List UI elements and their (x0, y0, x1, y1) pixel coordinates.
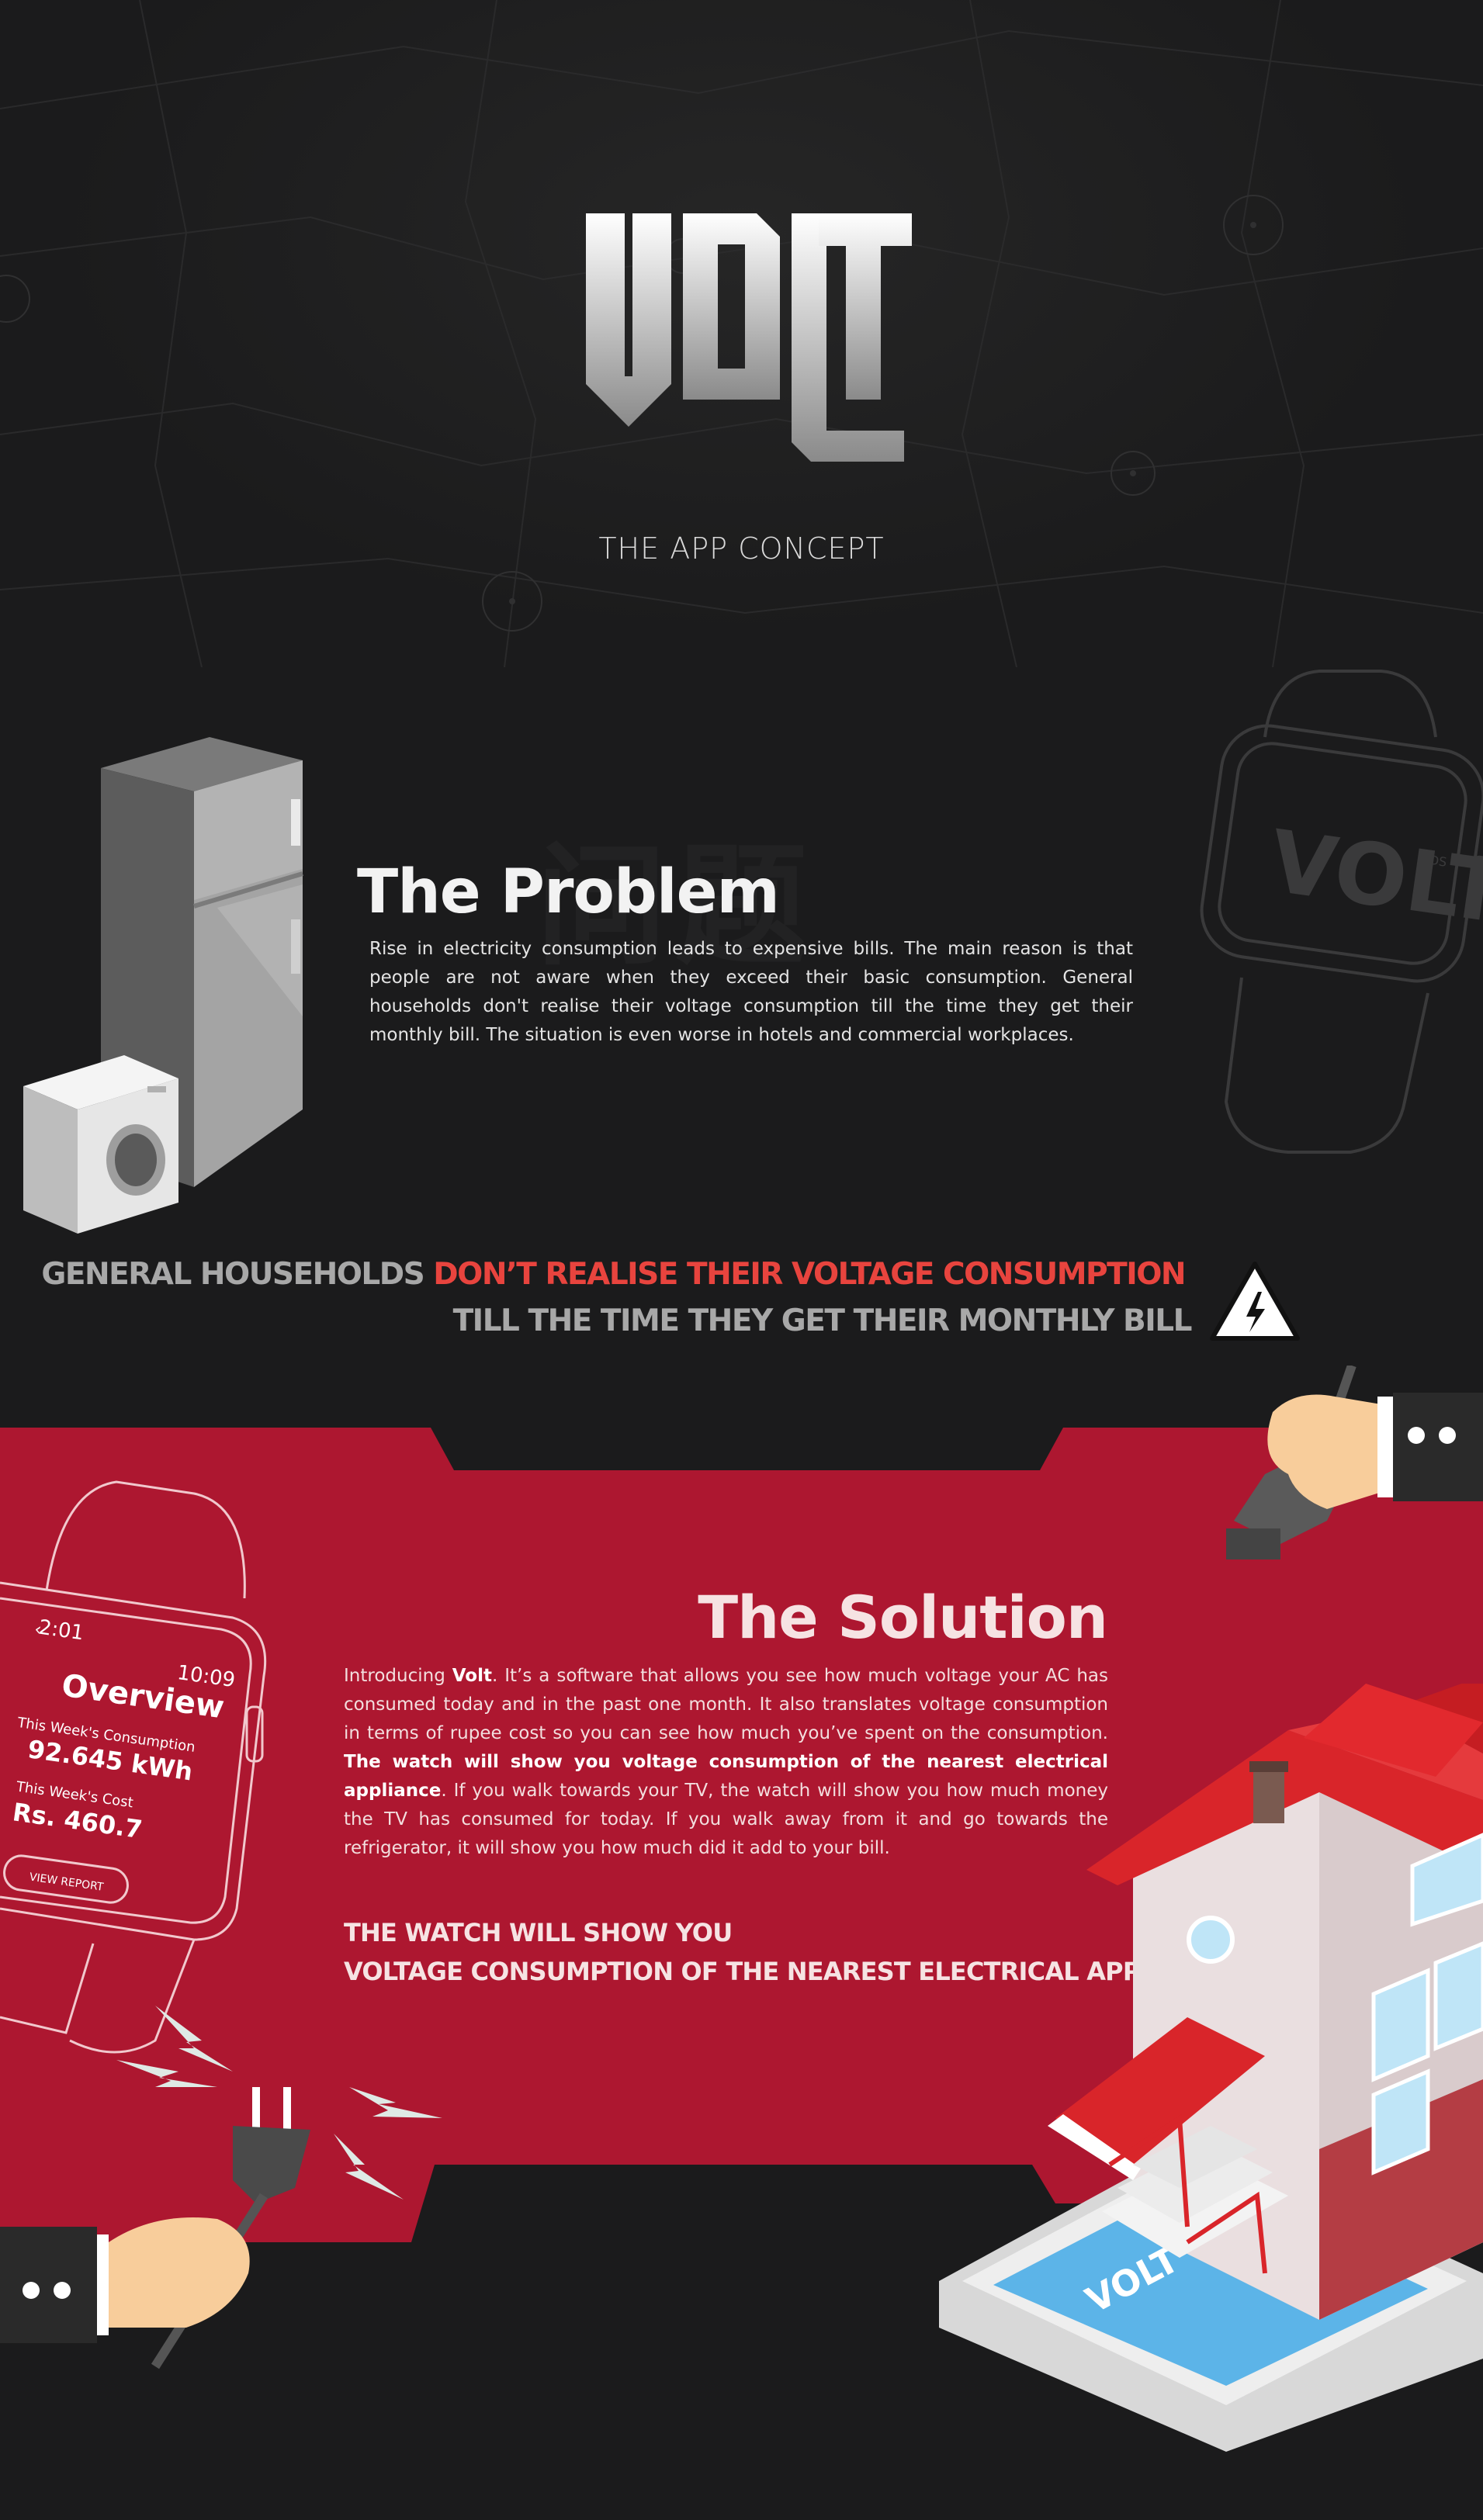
solution-brand-name: Volt (452, 1666, 492, 1686)
solution-body-intro: Introducing (344, 1666, 452, 1686)
smart-house-illustration: VOLT (939, 1684, 1483, 2452)
problem-description: Rise in electricity consumption leads to… (369, 939, 1133, 1045)
high-voltage-warning-icon (1210, 1262, 1300, 1341)
watch-volt-logo: VOLT (1264, 812, 1483, 943)
smartwatch-app-illustration: 2:01 10:09 Overview This Week's Consumpt… (0, 1480, 267, 2054)
callout-line-2: TILL THE TIME THEY GET THEIR MONTHLY BIL… (452, 1303, 1193, 1338)
view-report-button[interactable]: VIEW REPORT (29, 1871, 105, 1893)
watch-back-time: 2:01 (37, 1616, 85, 1646)
hand-holding-plug-top-illustration (1226, 1366, 1483, 1559)
solution-title: The Solution (698, 1583, 1108, 1652)
callout-highlight: DON’T REALISE THEIR VOLTAGE CONSUMPTION (433, 1257, 1186, 1292)
callout-line-1: GENERAL HOUSEHOLDS DON’T REALISE THEIR V… (41, 1257, 1186, 1292)
hand-holding-plug-bottom-illustration (0, 2006, 442, 2369)
volt-logo (586, 213, 912, 462)
hero-section: THE APP CONCEPT (0, 0, 1483, 667)
problem-title: The Problem (357, 857, 780, 927)
washing-machine-illustration (23, 1055, 178, 1234)
smartwatch-outline-icon: VOLT DS (1200, 670, 1483, 1154)
callout-prefix: GENERAL HOUSEHOLDS (41, 1257, 434, 1292)
tagline: THE APP CONCEPT (598, 531, 885, 566)
watch-logo-superscript: DS (1429, 853, 1448, 870)
